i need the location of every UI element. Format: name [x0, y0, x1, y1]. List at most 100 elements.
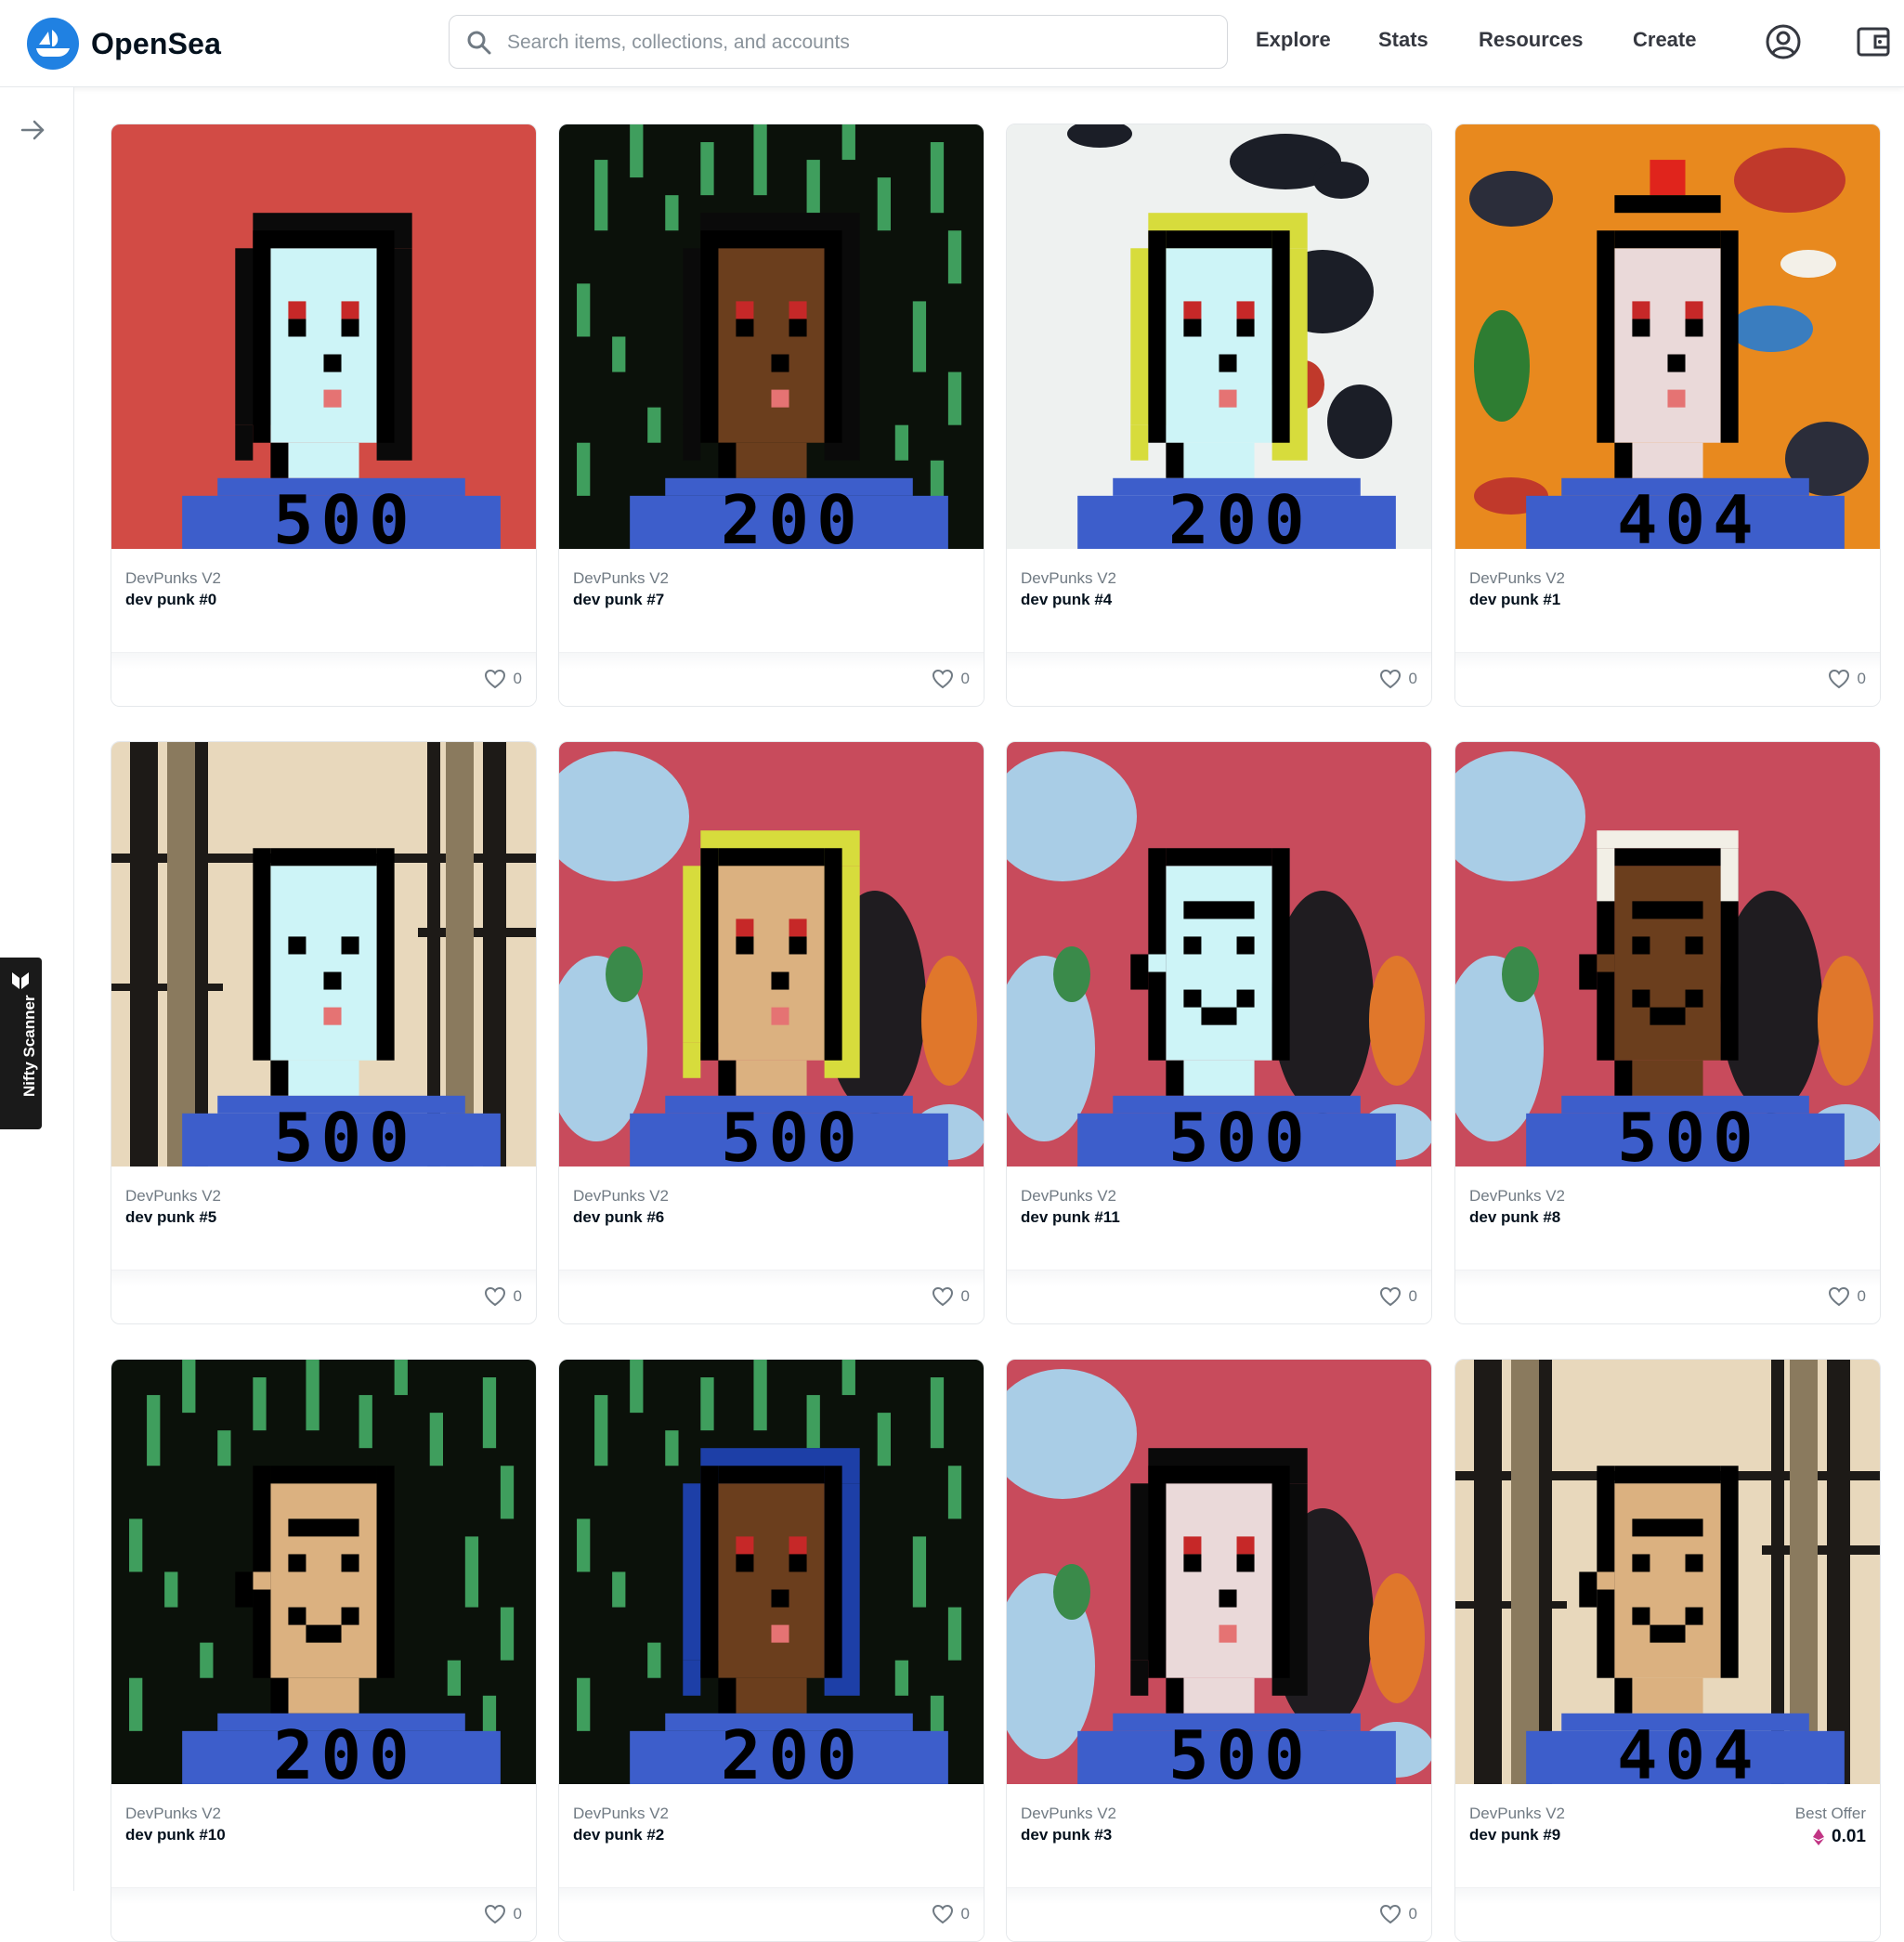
asset-image[interactable]: 500: [1007, 1360, 1431, 1784]
favorite-count: 0: [960, 1287, 970, 1305]
asset-image[interactable]: 500: [559, 742, 984, 1167]
collection-name[interactable]: DevPunks V2: [125, 1187, 221, 1206]
asset-image[interactable]: 500: [111, 124, 536, 549]
favorite-button[interactable]: 0: [484, 1904, 522, 1924]
nav-resources[interactable]: Resources: [1479, 28, 1584, 52]
asset-name: dev punk #5: [125, 1208, 217, 1226]
collection-name[interactable]: DevPunks V2: [1469, 569, 1565, 588]
collection-name[interactable]: DevPunks V2: [1021, 569, 1116, 588]
search-input[interactable]: [505, 25, 1206, 60]
punk-artwork: 200: [111, 1360, 536, 1784]
asset-card[interactable]: 500 DevPunks V2 dev punk #3 0: [1006, 1359, 1432, 1942]
asset-card[interactable]: 500 DevPunks V2 dev punk #5 0: [111, 741, 537, 1324]
favorite-count: 0: [960, 1905, 970, 1922]
asset-card[interactable]: 200 DevPunks V2 dev punk #2 0: [558, 1359, 985, 1942]
asset-card[interactable]: 500 DevPunks V2 dev punk #6 0: [558, 741, 985, 1324]
collection-name[interactable]: DevPunks V2: [573, 569, 669, 588]
nav-explore[interactable]: Explore: [1256, 28, 1331, 52]
card-footer: 0: [1007, 1270, 1431, 1323]
favorite-button[interactable]: 0: [1379, 669, 1417, 689]
asset-card[interactable]: 404 DevPunks V2 dev punk #9 Best Offer 0.01: [1454, 1359, 1881, 1942]
opensea-logo[interactable]: OpenSea: [27, 18, 221, 70]
asset-image[interactable]: 404: [1455, 124, 1880, 549]
collection-name[interactable]: DevPunks V2: [1021, 1187, 1116, 1206]
favorite-button[interactable]: 0: [484, 1286, 522, 1307]
account-circle-icon[interactable]: [1765, 23, 1802, 60]
heart-icon: [932, 1904, 953, 1924]
favorite-button[interactable]: 0: [1379, 1904, 1417, 1924]
asset-name: dev punk #4: [1021, 591, 1113, 608]
asset-image[interactable]: 500: [111, 742, 536, 1167]
asset-image[interactable]: 500: [1455, 742, 1880, 1167]
card-footer: 0: [1007, 652, 1431, 706]
card-footer: 0: [111, 652, 536, 706]
collection-name[interactable]: DevPunks V2: [1469, 1805, 1565, 1823]
favorite-button[interactable]: 0: [932, 1904, 970, 1924]
status-code-text: 500: [273, 482, 417, 549]
asset-image[interactable]: 500: [1007, 742, 1431, 1167]
arrow-right-icon[interactable]: [19, 115, 48, 145]
asset-name: dev punk #0: [125, 591, 217, 608]
asset-card[interactable]: 500 DevPunks V2 dev punk #8 0: [1454, 741, 1881, 1324]
collection-name[interactable]: DevPunks V2: [573, 1187, 669, 1206]
card-footer: 0: [559, 1887, 984, 1941]
status-code-text: 404: [1617, 482, 1761, 549]
asset-card[interactable]: 200 DevPunks V2 dev punk #7 0: [558, 124, 985, 707]
favorite-button[interactable]: 0: [1379, 1286, 1417, 1307]
heart-icon: [484, 1286, 505, 1307]
favorite-count: 0: [1408, 1905, 1417, 1922]
status-code-text: 200: [273, 1717, 417, 1784]
nifty-scanner-label: Nifty Scanner: [20, 995, 38, 1097]
asset-name: dev punk #11: [1021, 1208, 1120, 1226]
asset-card[interactable]: 404 DevPunks V2 dev punk #1 0: [1454, 124, 1881, 707]
asset-card[interactable]: 500 DevPunks V2 dev punk #0 0: [111, 124, 537, 707]
asset-name: dev punk #7: [573, 591, 665, 608]
asset-image[interactable]: 200: [559, 124, 984, 549]
asset-card[interactable]: 500 DevPunks V2 dev punk #11 0: [1006, 741, 1432, 1324]
card-footer: 0: [559, 1270, 984, 1323]
nifty-scanner-tab[interactable]: Nifty Scanner: [0, 958, 42, 1129]
favorite-button[interactable]: 0: [932, 1286, 970, 1307]
favorite-count: 0: [1857, 670, 1866, 687]
punk-artwork: 500: [1007, 742, 1431, 1167]
collection-name[interactable]: DevPunks V2: [573, 1805, 669, 1823]
asset-card[interactable]: 200 DevPunks V2 dev punk #10 0: [111, 1359, 537, 1942]
app-name: OpenSea: [91, 26, 222, 60]
heart-icon: [1379, 669, 1401, 689]
asset-image[interactable]: 200: [1007, 124, 1431, 549]
collection-name[interactable]: DevPunks V2: [1021, 1805, 1116, 1823]
card-footer: 0: [559, 652, 984, 706]
punk-artwork: 500: [1007, 1360, 1431, 1784]
asset-image[interactable]: 200: [111, 1360, 536, 1784]
asset-card[interactable]: 200 DevPunks V2 dev punk #4 0: [1006, 124, 1432, 707]
card-footer: [1455, 1887, 1880, 1941]
best-offer-label: Best Offer: [1794, 1805, 1866, 1822]
nav-create[interactable]: Create: [1633, 28, 1696, 52]
heart-icon: [1379, 1904, 1401, 1924]
collection-name[interactable]: DevPunks V2: [1469, 1187, 1565, 1206]
favorite-button[interactable]: 0: [1828, 669, 1866, 689]
status-code-text: 500: [721, 1100, 865, 1167]
nav-stats[interactable]: Stats: [1378, 28, 1428, 52]
asset-image[interactable]: 404: [1455, 1360, 1880, 1784]
status-code-text: 200: [721, 1717, 865, 1784]
asset-name: dev punk #3: [1021, 1826, 1113, 1844]
favorite-button[interactable]: 0: [1828, 1286, 1866, 1307]
search-bar[interactable]: [449, 15, 1228, 69]
search-icon: [467, 31, 491, 55]
best-offer-price: 0.01: [1813, 1827, 1866, 1847]
punk-artwork: 500: [111, 742, 536, 1167]
punk-artwork: 200: [559, 1360, 984, 1784]
status-code-text: 200: [721, 482, 865, 549]
punk-artwork: 404: [1455, 1360, 1880, 1784]
favorite-count: 0: [1408, 670, 1417, 687]
collection-name[interactable]: DevPunks V2: [125, 1805, 221, 1823]
collection-name[interactable]: DevPunks V2: [125, 569, 221, 588]
asset-image[interactable]: 200: [559, 1360, 984, 1784]
favorite-button[interactable]: 0: [932, 669, 970, 689]
wallet-icon[interactable]: [1855, 23, 1892, 60]
favorite-count: 0: [960, 670, 970, 687]
punk-artwork: 500: [559, 742, 984, 1167]
favorite-button[interactable]: 0: [484, 669, 522, 689]
nifty-scanner-logo-icon: [12, 972, 29, 989]
